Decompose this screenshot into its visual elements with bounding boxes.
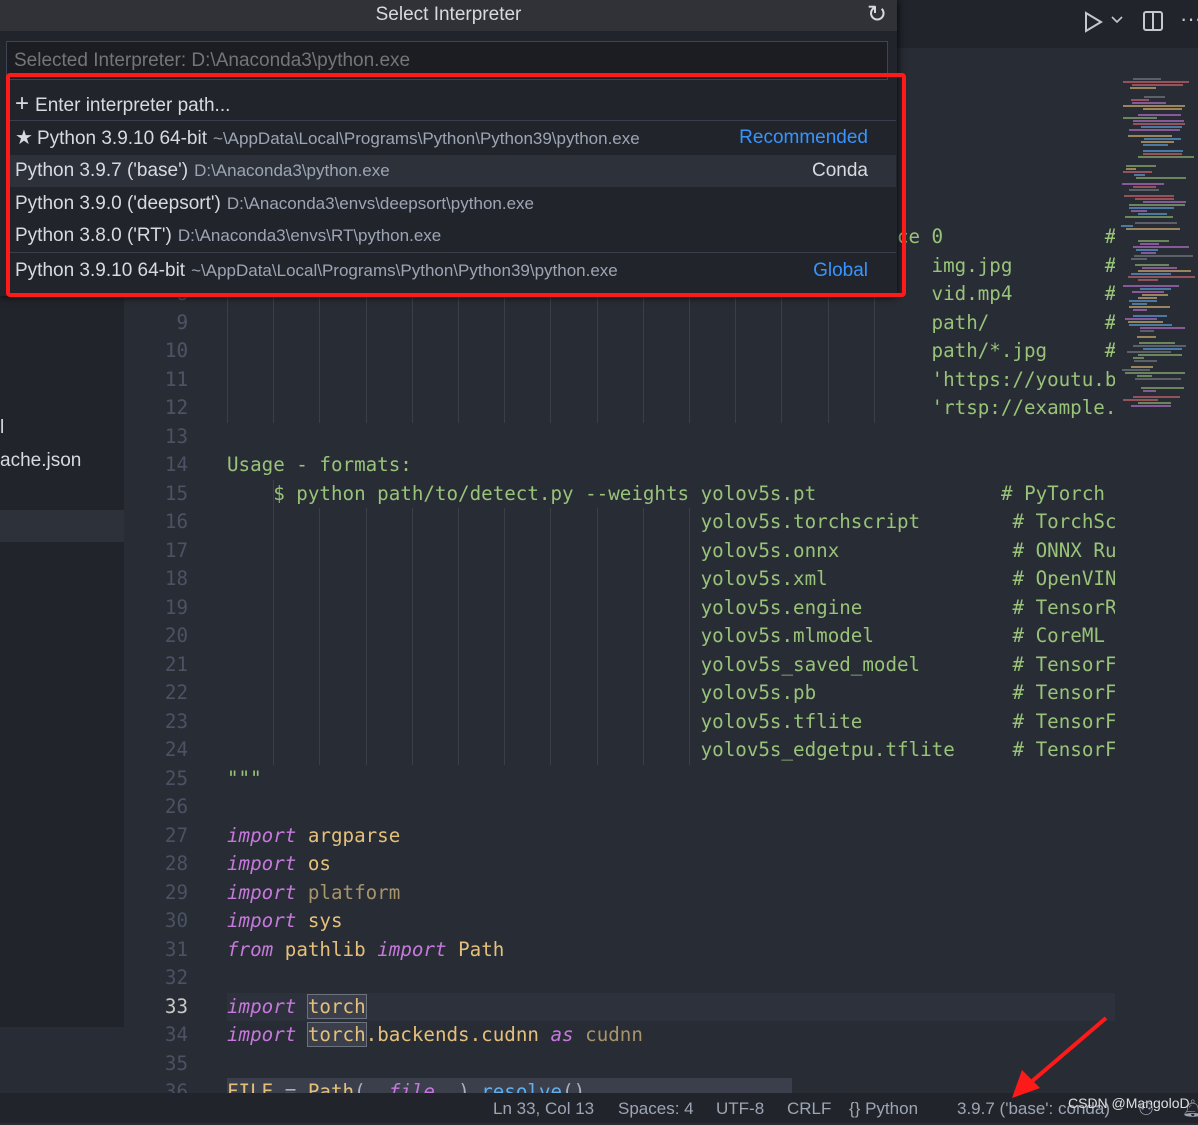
annotation-arrow xyxy=(1012,1016,1108,1098)
